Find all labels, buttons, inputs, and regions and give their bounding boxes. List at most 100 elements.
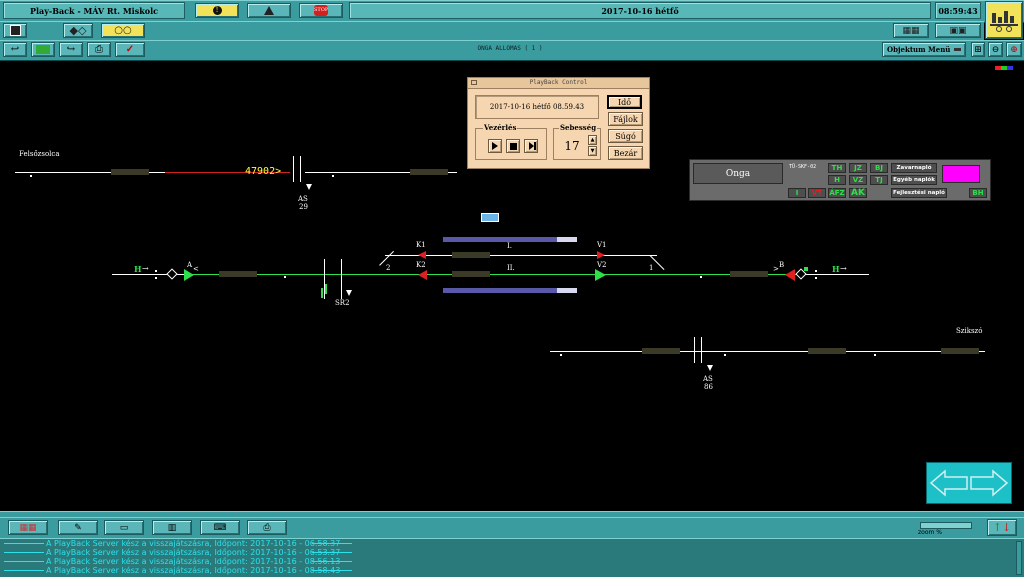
window-menu-icon[interactable] [471, 80, 477, 85]
indicator-bj[interactable]: BJ [870, 163, 888, 173]
track-block-8 [808, 348, 846, 354]
other-logs-button[interactable]: Egyéb naplók [891, 175, 937, 185]
spinner-down-icon: ▼ [590, 148, 595, 154]
link-button[interactable]: ○○ [101, 23, 145, 38]
sr2-level-icon [321, 288, 323, 298]
files-button[interactable]: Fájlok [608, 112, 643, 126]
track-block-5 [730, 271, 768, 277]
navigation-arrows-button[interactable] [926, 462, 1012, 504]
track-block-7 [642, 348, 680, 354]
bottom-button-1[interactable]: ▦▦ [8, 520, 48, 535]
track-main-route [187, 274, 799, 275]
stop-playback-button[interactable] [506, 139, 520, 153]
speed-group: Sebesség 17 ▲ ▼ [553, 123, 601, 160]
app-title: Play-Back - MÁV Rt. Miskolc [3, 2, 185, 19]
clock-display: 08:59:43 [935, 2, 981, 19]
object-menu-label: Objektum Menü [887, 45, 951, 54]
playback-control-window: PlayBack Control 2017-10-16 hétfő 08.59.… [467, 77, 650, 169]
signal-b-icon[interactable] [785, 269, 795, 281]
signal-k2-icon[interactable] [418, 270, 427, 280]
station-code: TÜ-SKF-02 [789, 164, 817, 170]
bottom-button-4[interactable]: ▥ [152, 520, 192, 535]
play-button[interactable] [488, 139, 502, 153]
playback-title-bar[interactable]: PlayBack Control [468, 78, 649, 89]
dual-screen-button[interactable]: ▣▣ [935, 23, 981, 38]
track-block-3 [219, 271, 257, 277]
back-button[interactable]: ↩ [3, 42, 27, 57]
forward-button[interactable]: ↪ [59, 42, 83, 57]
bottom-button-2[interactable]: ✎ [58, 520, 98, 535]
bell-button[interactable] [247, 3, 291, 18]
track-block-1 [111, 169, 149, 175]
track-marker [332, 175, 334, 177]
indicator-i[interactable]: I [788, 188, 806, 198]
route-button[interactable]: ◆◇ [63, 23, 93, 38]
speed-up-button[interactable]: ▲ [588, 135, 597, 145]
signal-as29-icon [306, 184, 312, 190]
print-button[interactable]: ⎙ [87, 42, 111, 57]
indicator-bh[interactable]: BH [969, 188, 987, 198]
track-marker [700, 276, 702, 278]
speed-down-button[interactable]: ▼ [588, 146, 597, 156]
fault-log-button[interactable]: Zavarnapló [891, 163, 937, 173]
indicator-vz[interactable]: VZ [849, 175, 867, 185]
signal-k1-icon[interactable] [418, 251, 426, 259]
save-button[interactable] [3, 23, 27, 38]
signal-v2-label: V2 [597, 261, 607, 269]
help-button[interactable]: Súgó [608, 129, 643, 143]
indicator-h[interactable]: H [828, 175, 846, 185]
bottom-button-3[interactable]: ▭ [104, 520, 144, 535]
track-marker [155, 270, 157, 272]
playback-timestamp: 2017-10-16 hétfő 08.59.43 [475, 95, 599, 119]
alert-button[interactable]: ! [195, 3, 239, 18]
left-right-arrows-icon [929, 469, 1009, 497]
track-II-label: II. [507, 264, 515, 272]
signal-a-icon[interactable] [184, 269, 194, 281]
speed-value[interactable]: 17 [559, 137, 585, 155]
indicator-th[interactable]: TH [828, 163, 846, 173]
close-button[interactable]: Bezár [608, 146, 643, 160]
indicator-jz[interactable]: JZ [849, 163, 867, 173]
log-scrollbar[interactable] [1016, 541, 1022, 575]
signal-v1-icon[interactable] [597, 251, 605, 259]
bottom-button-6[interactable]: ⎙ [247, 520, 287, 535]
log-area: A PlayBack Server kész a visszajátszásra… [0, 538, 1024, 577]
station-label-szikszo: Szikszó [956, 327, 983, 335]
train-number-label[interactable]: 47902> [245, 166, 281, 177]
indicator-tj[interactable]: TJ [870, 175, 888, 185]
alert-icon: ! [212, 6, 222, 15]
station-label-felsozsolca: Felsőzsolca [19, 150, 60, 158]
signal-v2-icon[interactable] [595, 269, 606, 281]
zoom-slider[interactable] [920, 522, 972, 529]
spinner-up-icon: ▲ [590, 137, 595, 143]
stop-button[interactable]: STOP [299, 3, 343, 18]
station-overview-button[interactable] [985, 1, 1023, 39]
track-marker [30, 175, 32, 177]
bottom-button-5[interactable]: ⌨ [200, 520, 240, 535]
status-display [942, 165, 980, 183]
up-down-button[interactable]: ↑ ↓ [987, 519, 1017, 536]
time-button[interactable]: Idő [607, 95, 642, 109]
indicator-afz[interactable]: ÁFZ [828, 188, 846, 198]
as86-label: AS [703, 375, 713, 383]
down-arrow-icon: ↓ [1002, 521, 1012, 534]
dev-log-button[interactable]: Fejlesztési napló [891, 188, 947, 198]
layout-button[interactable]: ⊞ [971, 42, 985, 57]
map-button[interactable] [31, 42, 55, 57]
step-forward-button[interactable] [524, 139, 538, 153]
indicator-ak[interactable]: AK [849, 188, 867, 198]
confirm-button[interactable]: ✓ [115, 42, 145, 57]
object-menu-button[interactable]: Objektum Menü [882, 42, 966, 57]
signal-h-left-arrow-icon: → [142, 264, 149, 273]
log-line: A PlayBack Server kész a visszajátszásra… [46, 539, 341, 548]
indicator-vt[interactable]: VT [808, 188, 826, 198]
zoom-in-button[interactable]: ⊕ [1006, 42, 1022, 57]
grid-button[interactable]: ▦▦ [893, 23, 929, 38]
screen-icon: ▣▣ [949, 25, 967, 36]
track-block-2 [410, 169, 448, 175]
zoom-out-button[interactable]: ⊖ [988, 42, 1003, 57]
platform-lower [443, 288, 577, 293]
keyboard-icon: ⌨ [213, 522, 227, 533]
as29-number: 29 [299, 203, 308, 211]
signal-a-diamond-icon [166, 268, 178, 280]
